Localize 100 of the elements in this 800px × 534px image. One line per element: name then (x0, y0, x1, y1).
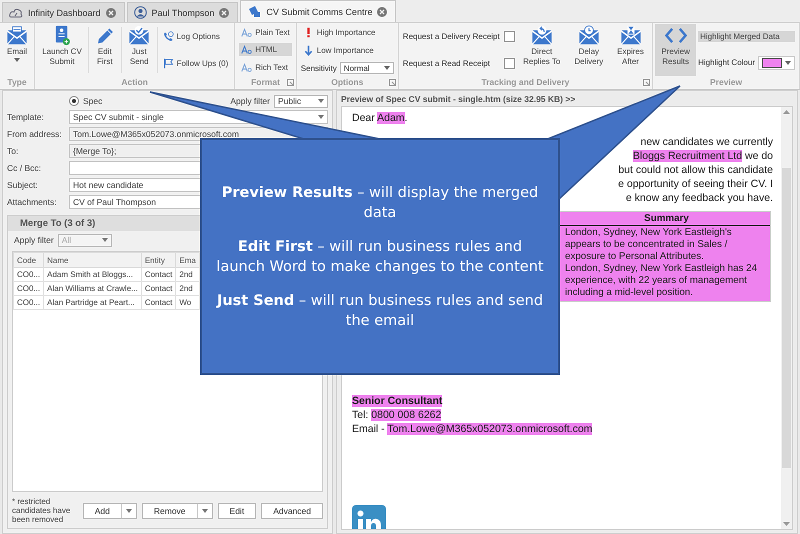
colour-picker[interactable] (758, 56, 795, 70)
signature-text: Tel: 0800 008 6262 (352, 408, 442, 422)
ribbon-button[interactable]: Delay Delivery (566, 24, 611, 76)
flag-icon (162, 58, 174, 69)
sensitivity-label: Sensitivity (300, 64, 337, 72)
table-cell: Contact (141, 268, 176, 282)
ribbon-button[interactable]: Launch CV Submit (37, 24, 87, 76)
filter-select[interactable]: Public (274, 94, 328, 108)
caret-icon (384, 66, 390, 70)
letter-text: e opportunity of seeing their CV. I (618, 177, 773, 191)
checkbox-label: Request a Read Receipt (402, 58, 490, 68)
scroll-down-icon[interactable] (783, 522, 790, 526)
tab-label: Paul Thompson (152, 8, 214, 18)
preview-header: Preview of Spec CV submit - single.htm (size 32.95 KB) >> (340, 92, 576, 106)
ribbon-button[interactable]: Direct Replies To (516, 24, 567, 76)
action-button[interactable]: Advanced (261, 502, 323, 518)
ribbon-button[interactable]: Expires After (610, 24, 650, 76)
summary-text: exposure to Personal Attributes. (565, 251, 705, 263)
group-label: Action (121, 76, 148, 88)
dialog-launcher-icon[interactable] (643, 79, 650, 86)
dialog-launcher-icon[interactable] (388, 79, 396, 86)
dropdown-button[interactable]: Email (2, 24, 32, 76)
checkbox[interactable] (504, 58, 515, 69)
font-icon (241, 62, 252, 74)
cloud-icon (9, 8, 23, 18)
tab[interactable]: Paul Thompson (126, 2, 238, 22)
ribbon-button[interactable]: High Importance (300, 26, 394, 39)
field-label: Cc / Bcc: (7, 162, 42, 172)
dialog-launcher-icon[interactable] (286, 79, 294, 86)
envelope-icon (4, 25, 30, 46)
checkbox[interactable] (504, 31, 515, 42)
letter-text: e know any feedback you have. (626, 191, 773, 205)
ribbon-button[interactable]: Plain Text (239, 26, 292, 39)
action-button[interactable]: Edit (218, 502, 256, 518)
tab[interactable]: Infinity Dashboard (2, 2, 125, 22)
table-cell: Contact (141, 282, 176, 296)
ribbon-button[interactable]: Preview Results (655, 24, 696, 76)
action-button[interactable]: Add (82, 502, 137, 518)
close-icon[interactable] (106, 8, 116, 18)
column-header[interactable]: Code (14, 252, 44, 268)
group-label: Format (251, 76, 280, 88)
table-cell: CO0... (14, 268, 44, 282)
tab[interactable]: CV Submit Comms Centre (240, 0, 396, 22)
ribbon-button[interactable]: Follow Ups (0) (160, 56, 230, 70)
ribbon-button[interactable]: HTML (239, 43, 292, 56)
field-label: Template: (7, 112, 45, 122)
ribbon-button[interactable]: Edit First (90, 24, 120, 76)
filter-label: Apply filter (230, 96, 270, 106)
filter-label: Apply filter (14, 235, 54, 245)
action-button[interactable]: Remove (142, 502, 213, 518)
down-arrow-icon (302, 45, 314, 56)
column-header[interactable]: Ema (176, 252, 200, 268)
letter-text: Bloggs Recruitment Ltd we do (632, 149, 773, 163)
radio-button[interactable] (69, 96, 79, 106)
signature-text: Email - Tom.Lowe@M365x052073.onmicrosoft.com (352, 422, 592, 436)
column-header[interactable]: Name (44, 252, 142, 268)
summary-text: London, Sydney, New York Eastleigh's (565, 227, 733, 239)
caret-icon (318, 99, 324, 103)
ribbon-button[interactable]: Highlight Merged Data (698, 30, 795, 42)
table-cell: 2nd (176, 268, 200, 282)
table-cell: Contact (141, 296, 176, 310)
group-label: Options (331, 76, 364, 88)
ribbon-button[interactable]: Log Options (160, 30, 230, 44)
summary-text: experience, with 22 years of management (565, 275, 748, 287)
letter-text: but could not allow this candidate (618, 163, 773, 177)
field-label: Subject: (7, 180, 39, 190)
summary-text: London, Sydney, New York Eastleigh has 24 (565, 263, 758, 275)
field-label: Attachments: (7, 196, 58, 206)
column-header[interactable]: Entity (141, 252, 176, 268)
group-label: Preview (710, 76, 742, 88)
table-cell: 2nd (176, 282, 200, 296)
radio-label: Spec (83, 96, 102, 106)
scroll-up-icon[interactable] (783, 110, 790, 114)
group-label: Tracking and Delivery (482, 76, 570, 88)
table-cell: CO0... (14, 282, 44, 296)
field-label: To: (7, 146, 20, 156)
ribbon-button[interactable]: Rich Text (239, 61, 292, 74)
callout-text: Edit First – will run business rules and launch Word to make changes to the content (216, 238, 544, 276)
highlight-colour-label: Highlight Colour (698, 58, 755, 67)
scrollbar[interactable] (781, 107, 792, 529)
close-icon[interactable] (219, 8, 230, 18)
font-icon (241, 44, 252, 56)
tab-label: Infinity Dashboard (28, 8, 101, 18)
ribbon-button[interactable]: Low Importance (300, 44, 394, 57)
close-icon[interactable] (377, 6, 388, 16)
ribbon-button[interactable]: Just Send (122, 24, 156, 76)
field-label: From address: (7, 128, 63, 138)
caret-icon (785, 60, 791, 64)
table-cell: Wo (176, 296, 200, 310)
font-icon (241, 26, 252, 38)
letter-text: new candidates we currently (640, 135, 773, 149)
caret-icon (102, 238, 108, 242)
summary-text: including a mid-level position. (565, 287, 694, 299)
sensitivity-select[interactable]: Normal (340, 62, 394, 74)
table-cell: CO0... (14, 296, 44, 310)
document-icon (247, 5, 262, 18)
social-logo-icon[interactable] (352, 505, 386, 529)
footnote: * restricted candidates have been removed (12, 497, 72, 524)
person-icon (134, 6, 147, 19)
greeting-text: Dear Adam. (352, 111, 408, 125)
